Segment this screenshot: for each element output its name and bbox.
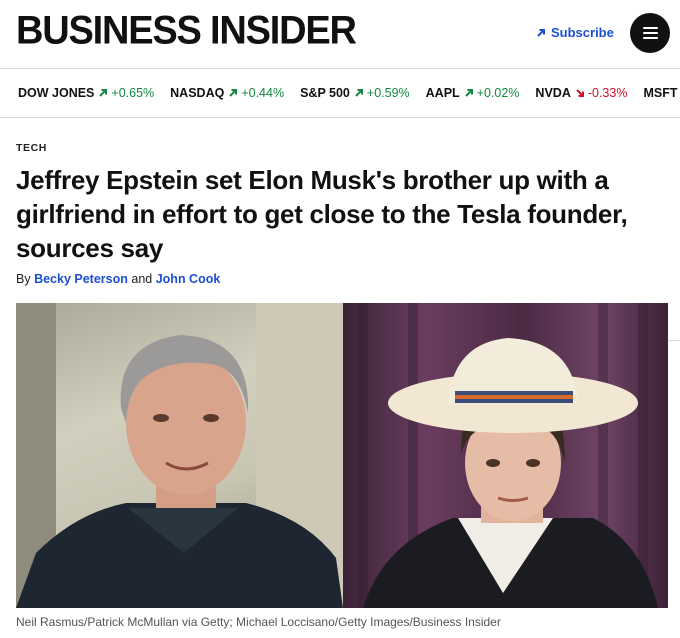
side-divider xyxy=(668,340,680,341)
byline-prefix: By xyxy=(16,272,31,286)
ticker-change: +0.59% xyxy=(366,86,410,100)
arrow-up-right-icon xyxy=(98,88,108,98)
hero-photo-right xyxy=(343,303,668,608)
ticker-item[interactable]: S&P 500 +0.59% xyxy=(300,86,410,100)
site-logo[interactable]: BUSINESS INSIDER xyxy=(16,9,357,54)
subscribe-link[interactable]: Subscribe xyxy=(536,25,614,40)
hero-image xyxy=(16,303,668,608)
ticker-item[interactable]: MSFT xyxy=(643,86,680,100)
ticker-symbol: AAPL xyxy=(425,86,460,100)
article-headline: Jeffrey Epstein set Elon Musk's brother … xyxy=(16,165,628,263)
author-link-1[interactable]: Becky Peterson xyxy=(34,272,128,286)
ticker-item[interactable]: NASDAQ +0.44% xyxy=(170,86,284,100)
ticker-item[interactable]: DOW JONES +0.65% xyxy=(18,86,154,100)
ticker-change: +0.65% xyxy=(111,86,155,100)
ticker-change: +0.44% xyxy=(241,86,285,100)
arrow-up-right-icon xyxy=(537,28,545,37)
photo-caption: Neil Rasmus/Patrick McMullan via Getty; … xyxy=(16,608,636,634)
menu-button[interactable] xyxy=(630,13,670,53)
ticker-symbol: NASDAQ xyxy=(170,86,225,100)
ticker-symbol: NVDA xyxy=(535,86,571,100)
author-link-2[interactable]: John Cook xyxy=(156,272,221,286)
ticker-item[interactable]: AAPL +0.02% xyxy=(426,86,520,100)
byline-joiner: and xyxy=(131,272,153,286)
ticker-symbol: DOW JONES xyxy=(18,86,95,100)
ticker-divider xyxy=(0,117,680,118)
hero-photo-left xyxy=(16,303,343,608)
arrow-up-right-icon xyxy=(228,88,238,98)
ticker-symbol: S&P 500 xyxy=(300,86,350,100)
ticker-change: -0.33% xyxy=(587,86,628,100)
site-header: BUSINESS INSIDER Subscribe xyxy=(0,0,680,68)
ticker-symbol: MSFT xyxy=(643,86,678,100)
section-label[interactable]: TECH xyxy=(16,142,47,154)
arrow-down-right-icon xyxy=(575,88,585,98)
arrow-up-right-icon xyxy=(464,88,474,98)
hamburger-icon xyxy=(642,27,658,29)
market-ticker: DOW JONES +0.65% NASDAQ +0.44% S&P 500 +0.59%… xyxy=(0,69,680,117)
byline: By Becky Peterson and John Cook xyxy=(16,272,220,286)
arrow-up-right-icon xyxy=(354,88,364,98)
ticker-item[interactable]: NVDA -0.33% xyxy=(535,86,627,100)
subscribe-label: Subscribe xyxy=(551,25,614,40)
ticker-change: +0.02% xyxy=(476,86,520,100)
